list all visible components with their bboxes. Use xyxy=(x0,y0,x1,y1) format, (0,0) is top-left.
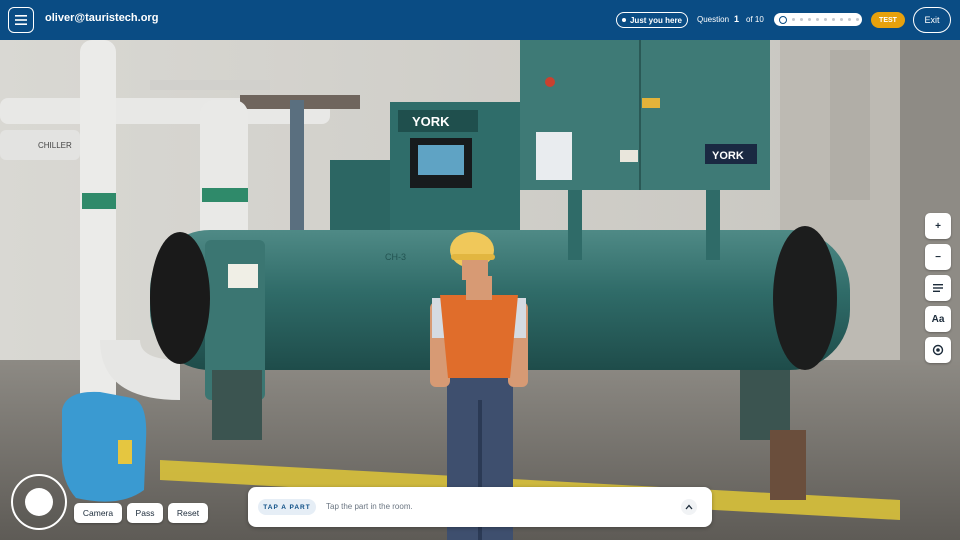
side-box[interactable] xyxy=(330,160,390,230)
list-icon xyxy=(933,284,943,292)
reset-button[interactable]: Reset xyxy=(168,503,208,523)
expand-prompt-button[interactable] xyxy=(681,499,697,515)
zoom-out-button[interactable]: − xyxy=(925,244,951,270)
progress-step-dot xyxy=(808,18,811,21)
question-prompt-panel: TAP A PART Tap the part in the room. xyxy=(248,487,712,527)
progress-step-dot xyxy=(824,18,827,21)
question-current: 1 xyxy=(734,14,740,24)
blue-air-mover[interactable] xyxy=(61,391,147,502)
user-email: oliver@tauristech.org xyxy=(45,12,159,24)
prompt-instruction: Tap the part in the room. xyxy=(326,502,413,511)
text-size-icon: Aa xyxy=(931,313,945,325)
question-label: Question xyxy=(697,15,730,24)
progress-step-dot xyxy=(856,18,859,21)
pipe-vertical-left[interactable] xyxy=(80,40,116,440)
pipe-label: CHILLER xyxy=(38,141,72,150)
progress-step-dot xyxy=(792,18,795,21)
scene-graphic[interactable]: CHILLER CH-3 YORK YORK xyxy=(0,40,960,540)
plus-icon: + xyxy=(935,220,941,232)
support-left[interactable] xyxy=(212,370,262,440)
question-progress xyxy=(774,13,862,26)
exit-button[interactable]: Exit xyxy=(913,7,951,33)
progress-step-dot xyxy=(832,18,835,21)
presence-label: Just you here xyxy=(629,15,682,25)
cabinet-document xyxy=(536,132,572,180)
top-bar: oliver@tauristech.org Just you here Ques… xyxy=(0,0,960,40)
text-size-button[interactable]: Aa xyxy=(925,306,951,332)
question-total: of 10 xyxy=(746,15,764,24)
panel-brand: YORK xyxy=(412,114,450,129)
target-icon xyxy=(932,344,944,356)
red-switch[interactable] xyxy=(545,77,555,87)
recenter-button[interactable] xyxy=(925,337,951,363)
joystick-thumb[interactable] xyxy=(25,488,53,516)
minus-icon: − xyxy=(935,251,941,263)
hamburger-icon xyxy=(15,15,27,25)
movement-joystick[interactable] xyxy=(11,474,67,530)
progress-step-dot xyxy=(840,18,843,21)
tank-label: CH-3 xyxy=(385,252,406,262)
prompt-tag: TAP A PART xyxy=(258,499,316,515)
progress-step-dot xyxy=(848,18,851,21)
pass-button[interactable]: Pass xyxy=(127,503,163,523)
progress-step-dot xyxy=(816,18,819,21)
equipment-room-scene[interactable]: CHILLER CH-3 YORK YORK xyxy=(0,40,960,540)
progress-current-marker xyxy=(779,15,787,24)
warning-sticker xyxy=(228,264,258,288)
tank-end-cap-right[interactable] xyxy=(773,226,837,370)
zoom-in-button[interactable]: + xyxy=(925,213,951,239)
camera-button[interactable]: Camera xyxy=(74,503,122,523)
progress-step-dot xyxy=(800,18,803,21)
chevron-up-icon xyxy=(685,504,693,510)
support-right[interactable] xyxy=(740,370,790,440)
tank-end-cap-left[interactable] xyxy=(150,232,210,364)
presence-indicator[interactable]: Just you here xyxy=(616,12,688,28)
presence-dot-icon xyxy=(621,18,626,22)
cabinet-brand: YORK xyxy=(712,150,744,162)
menu-button[interactable] xyxy=(8,7,34,33)
test-mode-badge: TEST xyxy=(871,12,905,28)
list-button[interactable] xyxy=(925,275,951,301)
